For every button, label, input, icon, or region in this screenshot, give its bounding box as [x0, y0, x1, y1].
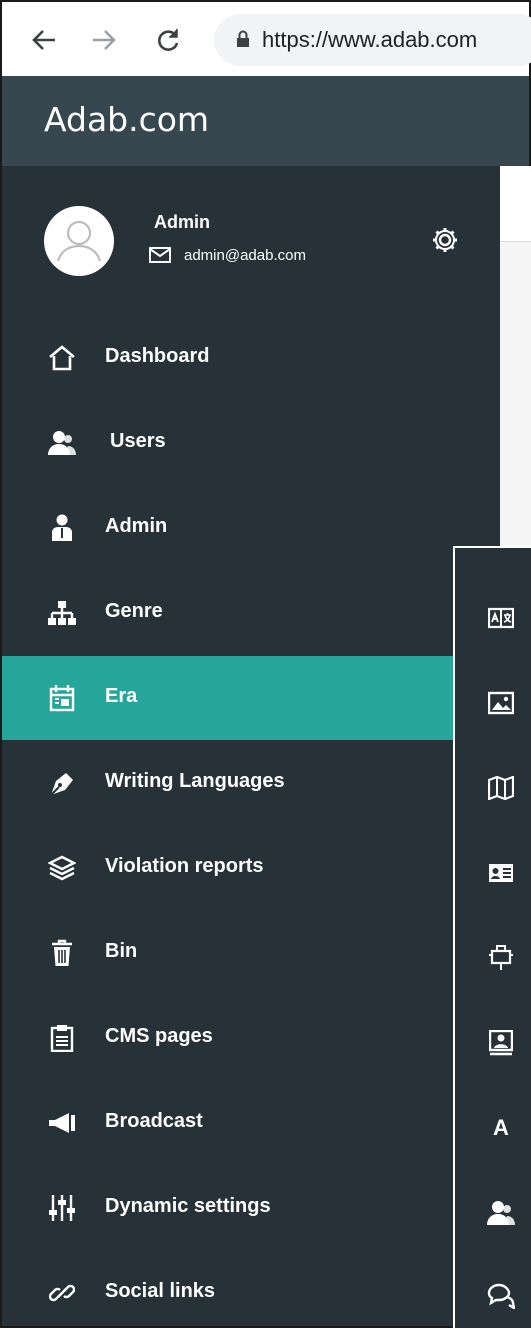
forward-arrow-icon[interactable]: [84, 20, 124, 60]
sidebar-item-era[interactable]: Era: [2, 656, 500, 740]
image-icon[interactable]: [483, 685, 519, 721]
users-icon: [44, 425, 80, 461]
address-bar[interactable]: https://www.adab.com: [214, 14, 531, 66]
sidebar-item-users[interactable]: Users: [2, 401, 500, 485]
sidebar-item-label: Dynamic settings: [105, 1195, 271, 1217]
letter-a-icon[interactable]: A: [483, 1110, 519, 1146]
sidebar-item-label: Violation reports: [105, 855, 264, 877]
users-icon[interactable]: [483, 1195, 519, 1231]
comments-icon[interactable]: [483, 1278, 519, 1314]
avatar[interactable]: [44, 206, 114, 276]
id-card-icon[interactable]: [483, 855, 519, 891]
user-avatar-icon: [56, 220, 102, 262]
profile-name: Admin: [154, 212, 210, 232]
browser-toolbar: https://www.adab.com: [0, 0, 531, 76]
link-icon: [44, 1275, 80, 1311]
sidebar-item-violation-reports[interactable]: Violation reports: [2, 826, 500, 910]
sitemap-icon: [44, 595, 80, 631]
sidebar-item-label: CMS pages: [105, 1025, 213, 1047]
sidebar-item-broadcast[interactable]: Broadcast: [2, 1081, 500, 1165]
app-header: Adab.com: [0, 76, 531, 166]
sidebar-item-label: Era: [105, 685, 138, 707]
sidebar-item-bin[interactable]: Bin: [2, 911, 500, 995]
sidebar: Admin admin@adab.com Dashboard Users Adm…: [0, 166, 500, 1328]
back-arrow-icon[interactable]: [24, 20, 64, 60]
mailbox-icon[interactable]: [483, 940, 519, 976]
profile-section: Admin admin@adab.com: [44, 206, 484, 306]
sidebar-item-label: Genre: [105, 600, 163, 622]
calendar-icon: [44, 680, 80, 716]
sidebar-item-writing-languages[interactable]: Writing Languages: [2, 741, 500, 825]
sidebar-item-admin[interactable]: Admin: [2, 486, 500, 570]
sidebar-item-genre[interactable]: Genre: [2, 571, 500, 655]
sidebar-item-label: Writing Languages: [105, 770, 285, 792]
mail-icon: [149, 247, 171, 268]
gear-icon[interactable]: [431, 226, 459, 259]
sidebar-item-label: Users: [110, 430, 166, 452]
trash-icon: [44, 935, 80, 971]
sidebar-item-dashboard[interactable]: Dashboard: [2, 316, 500, 400]
map-icon[interactable]: [483, 770, 519, 806]
sidebar-item-label: Admin: [105, 515, 168, 537]
home-icon: [44, 340, 80, 376]
letter-a-label: A: [493, 1115, 509, 1140]
clipboard-icon: [44, 1020, 80, 1056]
sidebar-item-label: Dashboard: [105, 345, 210, 367]
url-text: https://www.adab.com: [262, 27, 478, 52]
profile-email: admin@adab.com: [184, 247, 306, 264]
pen-nib-icon: [44, 765, 80, 801]
admin-user-icon: [44, 510, 80, 546]
sliders-icon: [44, 1190, 80, 1226]
megaphone-icon: [44, 1105, 80, 1141]
sidebar-item-label: Social links: [105, 1280, 216, 1302]
content-header: [500, 166, 531, 242]
portrait-icon[interactable]: [483, 1025, 519, 1061]
reload-icon[interactable]: [148, 20, 188, 60]
sidebar-item-label: Bin: [105, 940, 138, 962]
lock-icon: [236, 30, 250, 53]
secondary-menu: A: [453, 546, 531, 1328]
sidebar-item-label: Broadcast: [105, 1110, 203, 1132]
app-title[interactable]: Adab.com: [44, 100, 209, 139]
sidebar-item-dynamic-settings[interactable]: Dynamic settings: [2, 1166, 500, 1250]
translate-icon[interactable]: [483, 600, 519, 636]
layers-icon: [44, 850, 80, 886]
sidebar-item-cms-pages[interactable]: CMS pages: [2, 996, 500, 1080]
sidebar-item-social-links[interactable]: Social links: [2, 1251, 500, 1328]
